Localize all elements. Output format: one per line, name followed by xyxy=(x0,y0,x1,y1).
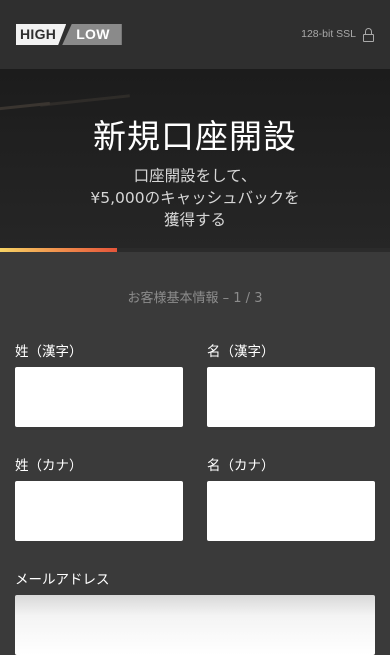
email-label: メールアドレス xyxy=(15,572,110,588)
registration-form: お客様基本情報 – 1 / 3 姓（漢字） 名（漢字） 姓（カナ） 名（カナ） … xyxy=(0,252,390,655)
hero-subtitle-line-1: 口座開設をして、 xyxy=(133,167,257,185)
hero-banner: 新規口座開設 口座開設をして、 ¥5,000のキャッシュバックを 獲得する xyxy=(0,69,390,252)
hero-subtitle-line-2: ¥5,000のキャッシュバックを xyxy=(90,189,300,207)
last-name-kanji-label: 姓（漢字） xyxy=(15,344,83,360)
first-name-kanji-label: 名（漢字） xyxy=(207,344,275,360)
ssl-indicator: 128-bit SSL xyxy=(301,26,374,42)
logo-low-text: LOW xyxy=(62,24,122,45)
highlow-logo[interactable]: HIGH LOW xyxy=(16,24,122,45)
hero-subtitle-line-3: 獲得する xyxy=(163,211,226,229)
first-name-kana-label: 名（カナ） xyxy=(207,458,275,474)
email-input[interactable] xyxy=(15,595,375,655)
first-name-kanji-input[interactable] xyxy=(207,367,375,427)
last-name-kanji-input[interactable] xyxy=(15,367,183,427)
step-indicator: お客様基本情報 – 1 / 3 xyxy=(127,291,263,306)
ssl-text: 128-bit SSL xyxy=(301,28,356,40)
top-bar: HIGH LOW 128-bit SSL xyxy=(0,0,390,69)
last-name-kana-label: 姓（カナ） xyxy=(15,458,83,474)
hero-subtitle: 口座開設をして、 ¥5,000のキャッシュバックを 獲得する xyxy=(0,165,390,231)
last-name-kana-input[interactable] xyxy=(15,481,183,541)
lock-icon xyxy=(363,27,374,42)
first-name-kana-input[interactable] xyxy=(207,481,375,541)
page-title: 新規口座開設 xyxy=(93,117,297,156)
logo-high-text: HIGH xyxy=(16,24,67,45)
